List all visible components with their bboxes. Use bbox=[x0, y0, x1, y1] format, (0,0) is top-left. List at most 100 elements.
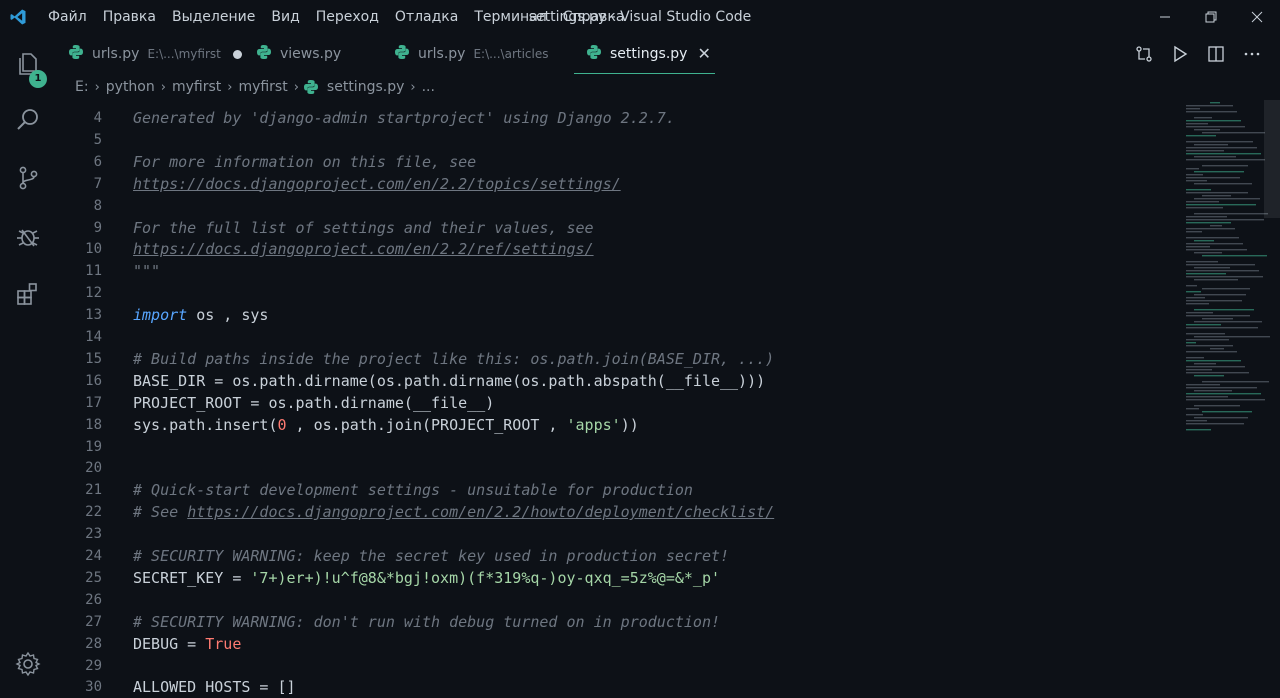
breadcrumb-item-1[interactable]: python bbox=[104, 79, 157, 95]
code-line[interactable]: 18 sys.path.insert(0 , os.path.join(PROJE… bbox=[56, 414, 1184, 436]
code-line[interactable]: 15 # Build paths inside the project like … bbox=[56, 348, 1184, 370]
line-number: 6 bbox=[93, 153, 102, 170]
close-tab-icon[interactable]: ✕ bbox=[697, 44, 710, 63]
menu-item-1[interactable]: Правка bbox=[95, 0, 164, 34]
tab-description: E:\...\myfirst bbox=[147, 47, 221, 61]
breadcrumb-chevron-icon: › bbox=[227, 79, 233, 95]
menu-item-6[interactable]: Терминал bbox=[466, 0, 554, 34]
code-line[interactable]: 16 BASE_DIR = os.path.dirname(os.path.dir… bbox=[56, 370, 1184, 392]
code-line[interactable]: 8 bbox=[56, 195, 1184, 217]
line-code: # See https://docs.djangoproject.com/en/… bbox=[133, 503, 775, 522]
code-line[interactable]: 4 Generated by 'django-admin startproject… bbox=[56, 107, 1184, 129]
line-code: BASE_DIR = os.path.dirname(os.path.dirna… bbox=[133, 371, 766, 390]
line-code: # SECURITY WARNING: keep the secret key … bbox=[133, 547, 730, 565]
tab-urls-articles[interactable]: urls.py E:\...\articles bbox=[382, 34, 560, 74]
more-actions-icon[interactable] bbox=[1234, 34, 1270, 74]
minimap-line bbox=[1186, 153, 1261, 155]
minimap-line bbox=[1186, 111, 1237, 113]
line-number: 4 bbox=[93, 110, 102, 126]
code-line[interactable]: 13 import os , sys bbox=[56, 304, 1184, 326]
menu-item-5[interactable]: Отладка bbox=[387, 0, 466, 34]
tab-urls-myfirst[interactable]: urls.py E:\...\myfirst bbox=[56, 34, 254, 74]
minimap-line bbox=[1186, 273, 1226, 275]
line-number: 24 bbox=[85, 548, 102, 564]
breadcrumb-item-3[interactable]: myfirst bbox=[236, 79, 289, 95]
code-line[interactable]: 23 bbox=[56, 523, 1184, 545]
menu-item-4[interactable]: Переход bbox=[308, 0, 387, 34]
code-line[interactable]: 9 For the full list of settings and their… bbox=[56, 217, 1184, 239]
menu-item-7[interactable]: Справка bbox=[555, 0, 633, 34]
minimap-line bbox=[1186, 315, 1250, 317]
python-file-icon bbox=[256, 44, 272, 64]
minimap-line bbox=[1186, 174, 1203, 176]
code-line[interactable]: 20 bbox=[56, 457, 1184, 479]
minimap-line bbox=[1186, 123, 1208, 125]
code-line[interactable]: 19 bbox=[56, 436, 1184, 458]
minimap-line bbox=[1186, 270, 1259, 272]
code-line[interactable]: 12 bbox=[56, 282, 1184, 304]
code-line[interactable]: 11 """ bbox=[56, 260, 1184, 282]
code-line[interactable]: 30 ALLOWED_HOSTS = [] bbox=[56, 676, 1184, 694]
minimap-line bbox=[1186, 261, 1218, 263]
explorer-icon[interactable]: 1 bbox=[0, 40, 56, 88]
code-line[interactable]: 5 bbox=[56, 129, 1184, 151]
explorer-badge: 1 bbox=[29, 70, 47, 88]
code-line[interactable]: 28 DEBUG = True bbox=[56, 633, 1184, 655]
code-line[interactable]: 27 # SECURITY WARNING: don't run with deb… bbox=[56, 611, 1184, 633]
restore-icon[interactable] bbox=[1188, 0, 1234, 34]
python-file-icon bbox=[394, 44, 410, 64]
tab-settings[interactable]: settings.py ✕ bbox=[574, 34, 715, 74]
compare-changes-icon[interactable] bbox=[1126, 34, 1162, 74]
minimap-line bbox=[1186, 177, 1240, 179]
line-number: 20 bbox=[85, 460, 102, 477]
breadcrumb-item-0[interactable]: E: bbox=[73, 79, 91, 95]
debug-icon[interactable] bbox=[0, 212, 56, 260]
line-code: """ bbox=[133, 262, 161, 281]
split-editor-icon[interactable] bbox=[1198, 34, 1234, 74]
menu-item-0[interactable]: Файл bbox=[36, 0, 95, 34]
settings-gear-icon[interactable] bbox=[0, 640, 56, 688]
minimap-slider[interactable] bbox=[1264, 100, 1280, 218]
code-line[interactable]: 22 # See https://docs.djangoproject.com/e… bbox=[56, 501, 1184, 523]
breadcrumb-item-5[interactable]: ... bbox=[420, 79, 437, 95]
tab-views[interactable]: views.py bbox=[244, 34, 353, 74]
line-code: # SECURITY WARNING: don't run with debug… bbox=[133, 612, 720, 631]
code-line[interactable]: 6 For more information on this file, see bbox=[56, 151, 1184, 173]
line-number: 30 bbox=[85, 679, 102, 694]
line-code: https://docs.djangoproject.com/en/2.2/re… bbox=[133, 240, 594, 259]
minimap-line bbox=[1186, 168, 1199, 170]
code-line[interactable]: 17 PROJECT_ROOT = os.path.dirname(__file_… bbox=[56, 392, 1184, 414]
code-editor[interactable]: 4 Generated by 'django-admin startproject… bbox=[56, 100, 1184, 694]
code-line[interactable]: 7 https://docs.djangoproject.com/en/2.2/t… bbox=[56, 173, 1184, 195]
code-line[interactable]: 29 bbox=[56, 655, 1184, 677]
title-bar: Файл Правка Выделение Вид Переход Отладка Терм… bbox=[0, 0, 1280, 34]
code-line[interactable]: 14 bbox=[56, 326, 1184, 348]
minimap-line bbox=[1186, 159, 1265, 161]
minimap-line bbox=[1186, 204, 1256, 206]
menu-item-2[interactable]: Выделение bbox=[164, 0, 263, 34]
minimap-line bbox=[1194, 417, 1248, 419]
code-line[interactable]: 24 # SECURITY WARNING: keep the secret ke… bbox=[56, 545, 1184, 567]
breadcrumb-item-2[interactable]: myfirst bbox=[170, 79, 223, 95]
menu-item-3[interactable]: Вид bbox=[263, 0, 307, 34]
minimap-line bbox=[1186, 366, 1245, 368]
code-line[interactable]: 25 SECRET_KEY = '7+)er+)!u^f@8&*bgj!oxm)(… bbox=[56, 567, 1184, 589]
minimap[interactable] bbox=[1184, 100, 1280, 694]
minimap-line bbox=[1186, 333, 1225, 335]
vscode-logo-icon[interactable] bbox=[0, 0, 36, 34]
run-icon[interactable] bbox=[1162, 34, 1198, 74]
minimap-line bbox=[1186, 420, 1207, 422]
search-icon[interactable] bbox=[0, 96, 56, 144]
minimap-line bbox=[1186, 396, 1228, 398]
extensions-icon[interactable] bbox=[0, 270, 56, 318]
code-line[interactable]: 21 # Quick-start development settings - u… bbox=[56, 479, 1184, 501]
source-control-icon[interactable] bbox=[0, 154, 56, 202]
code-line[interactable]: 26 bbox=[56, 589, 1184, 611]
modified-dot-icon[interactable] bbox=[232, 49, 242, 59]
code-line[interactable]: 10 https://docs.djangoproject.com/en/2.2/… bbox=[56, 238, 1184, 260]
minimap-line bbox=[1186, 189, 1211, 191]
breadcrumb-item-4[interactable]: settings.py bbox=[325, 79, 406, 95]
close-window-icon[interactable] bbox=[1234, 0, 1280, 34]
line-code: # Build paths inside the project like th… bbox=[133, 349, 775, 368]
minimize-icon[interactable] bbox=[1142, 0, 1188, 34]
